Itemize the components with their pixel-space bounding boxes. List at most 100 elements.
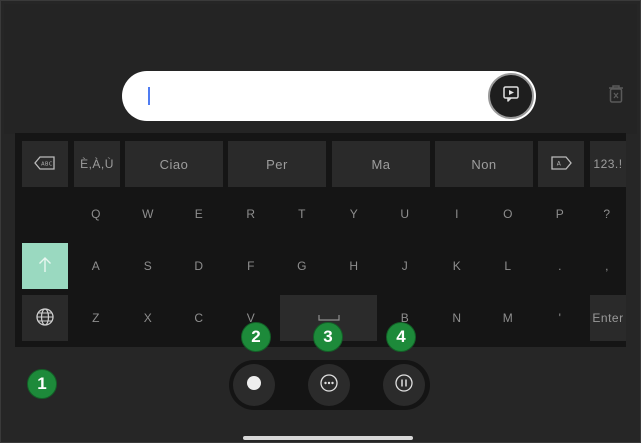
step-badge-1: 1 bbox=[27, 369, 57, 399]
key-label: P bbox=[555, 207, 565, 221]
key-label: G bbox=[297, 259, 307, 273]
key-label: T bbox=[298, 207, 306, 221]
forward-delete-icon: A bbox=[550, 155, 572, 173]
record-button[interactable] bbox=[233, 364, 275, 406]
key-s[interactable]: S bbox=[125, 243, 171, 289]
accents-key[interactable]: È,À,Ù bbox=[74, 141, 120, 187]
key-period[interactable]: . bbox=[537, 243, 583, 289]
svg-text:A: A bbox=[557, 160, 562, 167]
enter-key[interactable]: Enter bbox=[590, 295, 626, 341]
key-u[interactable]: U bbox=[382, 191, 428, 237]
more-options-icon bbox=[320, 373, 338, 397]
numbers-key[interactable]: 123.! bbox=[590, 141, 626, 187]
key-x[interactable]: X bbox=[125, 295, 171, 341]
key-label: I bbox=[455, 207, 459, 221]
key-a[interactable]: A bbox=[73, 243, 119, 289]
key-q[interactable]: Q bbox=[73, 191, 119, 237]
key-label: D bbox=[194, 259, 204, 273]
key-label: Z bbox=[92, 311, 100, 325]
trash-button[interactable] bbox=[604, 83, 628, 109]
key-label: ' bbox=[558, 311, 562, 325]
badge-label: 3 bbox=[323, 327, 333, 346]
key-y[interactable]: Y bbox=[331, 191, 377, 237]
pause-button[interactable] bbox=[383, 364, 425, 406]
key-j[interactable]: J bbox=[382, 243, 428, 289]
suggestion-1[interactable]: Ciao bbox=[125, 141, 223, 187]
key-label: S bbox=[143, 259, 153, 273]
backspace-key[interactable]: ABC bbox=[22, 141, 68, 187]
key-label: F bbox=[247, 259, 255, 273]
badge-label: 4 bbox=[396, 327, 406, 346]
key-label: L bbox=[504, 259, 512, 273]
globe-key[interactable] bbox=[22, 295, 68, 341]
badge-label: 1 bbox=[37, 374, 47, 393]
suggestion-2[interactable]: Per bbox=[228, 141, 326, 187]
suggestion-1-label: Ciao bbox=[159, 156, 189, 172]
key-l[interactable]: L bbox=[485, 243, 531, 289]
trash-icon bbox=[607, 84, 625, 109]
badge-label: 2 bbox=[251, 327, 261, 346]
numbers-key-label: 123.! bbox=[593, 157, 623, 171]
suggestion-3-label: Ma bbox=[371, 156, 391, 172]
key-c[interactable]: C bbox=[176, 295, 222, 341]
control-bar bbox=[229, 360, 430, 410]
home-indicator[interactable] bbox=[243, 436, 413, 440]
key-label: Y bbox=[349, 207, 359, 221]
message-input[interactable] bbox=[122, 71, 536, 121]
key-label: H bbox=[349, 259, 359, 273]
key-z[interactable]: Z bbox=[73, 295, 119, 341]
accents-key-label: È,À,Ù bbox=[80, 157, 114, 171]
key-label: O bbox=[503, 207, 513, 221]
key-w[interactable]: W bbox=[125, 191, 171, 237]
key-label: , bbox=[605, 259, 609, 273]
step-badge-2: 2 bbox=[241, 322, 271, 352]
shift-arrow-icon bbox=[38, 256, 52, 276]
send-button[interactable] bbox=[488, 73, 534, 119]
key-comma[interactable]: , bbox=[588, 243, 626, 289]
keyboard: ABC È,À,Ù Ciao Per Ma Non A 123.! Q W E … bbox=[15, 133, 626, 347]
key-question[interactable]: ? bbox=[588, 191, 626, 237]
key-r[interactable]: R bbox=[228, 191, 274, 237]
key-label: Q bbox=[91, 207, 101, 221]
key-label: X bbox=[143, 311, 153, 325]
key-label: E bbox=[194, 207, 204, 221]
key-label: A bbox=[91, 259, 101, 273]
key-p[interactable]: P bbox=[537, 191, 583, 237]
suggestion-2-label: Per bbox=[266, 156, 288, 172]
key-n[interactable]: N bbox=[434, 295, 480, 341]
key-label: N bbox=[452, 311, 462, 325]
key-k[interactable]: K bbox=[434, 243, 480, 289]
suggestion-4[interactable]: Non bbox=[435, 141, 533, 187]
key-o[interactable]: O bbox=[485, 191, 531, 237]
more-options-button[interactable] bbox=[308, 364, 350, 406]
globe-icon bbox=[35, 307, 55, 330]
key-label: W bbox=[142, 207, 154, 221]
key-label: . bbox=[558, 259, 562, 273]
key-label: R bbox=[246, 207, 256, 221]
key-m[interactable]: M bbox=[485, 295, 531, 341]
send-icon bbox=[502, 85, 520, 108]
key-h[interactable]: H bbox=[331, 243, 377, 289]
key-i[interactable]: I bbox=[434, 191, 480, 237]
key-g[interactable]: G bbox=[279, 243, 325, 289]
enter-key-label: Enter bbox=[592, 311, 624, 325]
suggestion-4-label: Non bbox=[471, 156, 497, 172]
forward-delete-key[interactable]: A bbox=[538, 141, 584, 187]
record-dot-icon bbox=[246, 375, 262, 396]
key-d[interactable]: D bbox=[176, 243, 222, 289]
key-label: J bbox=[401, 259, 409, 273]
step-badge-3: 3 bbox=[313, 322, 343, 352]
key-label: M bbox=[502, 311, 514, 325]
key-t[interactable]: T bbox=[279, 191, 325, 237]
suggestion-3[interactable]: Ma bbox=[332, 141, 430, 187]
backspace-icon: ABC bbox=[34, 155, 56, 173]
key-apostrophe[interactable]: ' bbox=[537, 295, 583, 341]
text-caret bbox=[148, 87, 150, 105]
shift-key[interactable] bbox=[22, 243, 68, 289]
step-badge-4: 4 bbox=[386, 322, 416, 352]
key-label: ? bbox=[603, 207, 611, 221]
svg-text:ABC: ABC bbox=[41, 161, 53, 167]
key-e[interactable]: E bbox=[176, 191, 222, 237]
key-label: C bbox=[194, 311, 204, 325]
key-f[interactable]: F bbox=[228, 243, 274, 289]
